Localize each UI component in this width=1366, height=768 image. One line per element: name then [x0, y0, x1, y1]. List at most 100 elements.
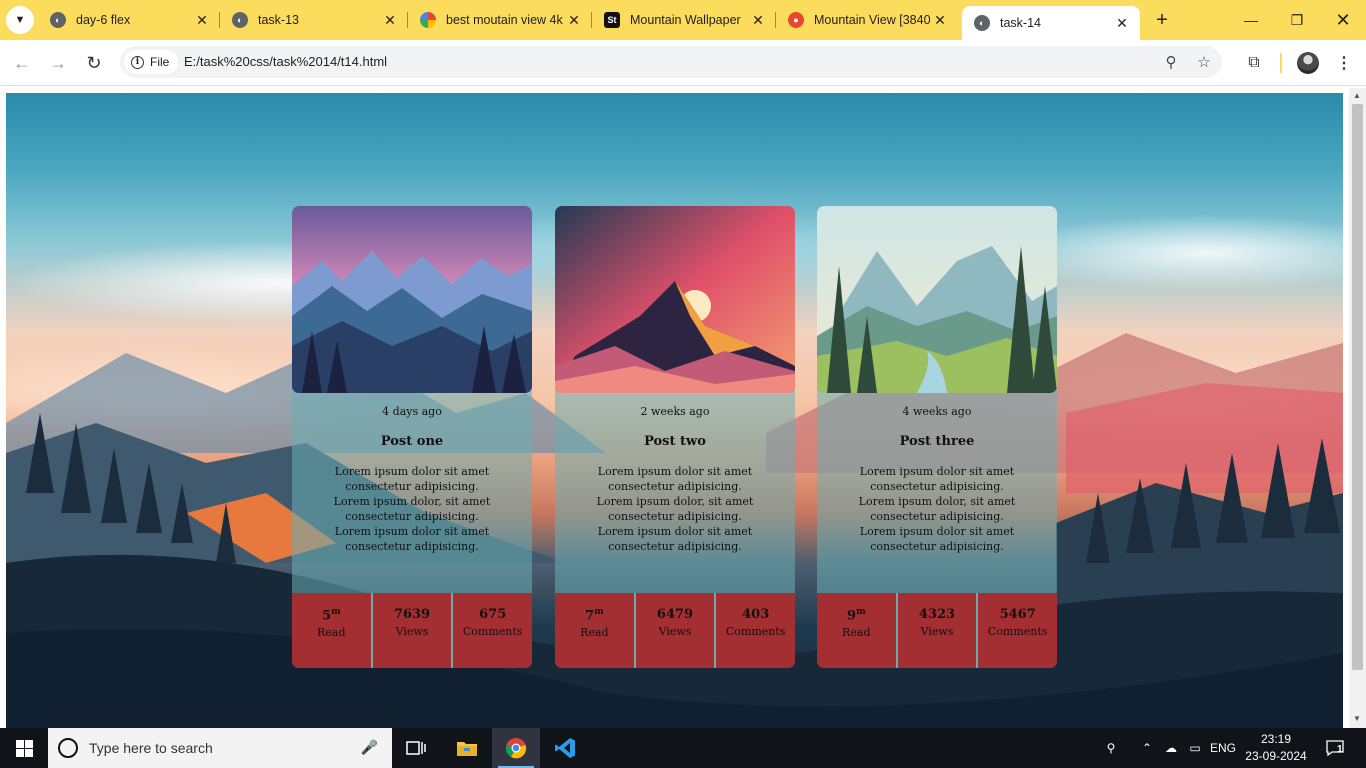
zoom-icon[interactable]: ⚲: [1160, 52, 1182, 72]
post-body-line: Lorem ipsum dolor sit amet consectetur a…: [859, 525, 1015, 553]
onedrive-cloud-icon[interactable]: ☁: [1158, 728, 1184, 768]
close-tab-icon[interactable]: ✕: [932, 12, 948, 29]
microphone-icon[interactable]: 🎤: [361, 739, 378, 756]
close-tab-icon[interactable]: ✕: [194, 12, 210, 29]
site-info-chip[interactable]: i File: [124, 50, 179, 74]
taskbar-clock[interactable]: 23:19 23-09-2024: [1236, 731, 1316, 765]
kebab-menu-icon[interactable]: ⋮: [1333, 52, 1355, 74]
tab-day-6-flex[interactable]: ◐ day-6 flex ✕: [38, 0, 220, 40]
new-tab-plus-icon[interactable]: +: [1150, 8, 1174, 32]
scroll-up-arrow-icon[interactable]: ▲: [1353, 91, 1361, 100]
stat-comments-value: 5467: [999, 607, 1036, 622]
post-body-line: Lorem ipsum dolor, sit amet consectetur …: [333, 495, 491, 523]
st-icon: St: [604, 12, 620, 28]
clock-date: 23-09-2024: [1245, 749, 1307, 763]
post-body: Lorem ipsum dolor sit amet consectetur a…: [833, 464, 1041, 554]
info-icon: i: [131, 55, 144, 69]
battery-icon[interactable]: ▭: [1184, 728, 1206, 768]
google-icon: [420, 12, 436, 28]
chrome-icon[interactable]: [492, 728, 540, 768]
windows-taskbar: Type here to search 🎤 ⚲ ⌃ ☁ ▭ ENG 23:19 …: [0, 728, 1366, 768]
minimize-icon[interactable]: —: [1228, 0, 1274, 40]
close-tab-icon[interactable]: ✕: [1114, 15, 1130, 32]
bookmark-star-icon[interactable]: ☆: [1193, 52, 1215, 72]
people-icon[interactable]: ⚲: [1098, 728, 1124, 768]
back-arrow-icon[interactable]: ←: [9, 50, 35, 76]
tab-title: day-6 flex: [76, 13, 131, 27]
close-tab-icon[interactable]: ✕: [750, 12, 766, 29]
stat-comments-value: 675: [479, 607, 507, 622]
stat-views-value: 7639: [393, 607, 431, 622]
stat-views: 7639 Views: [370, 593, 452, 668]
post-body-line: Lorem ipsum dolor, sit amet consectetur …: [858, 495, 1016, 523]
notifications-icon[interactable]: 1: [1320, 728, 1350, 768]
extensions-puzzle-icon[interactable]: ⧉: [1243, 52, 1265, 74]
file-explorer-icon[interactable]: [443, 728, 491, 768]
scroll-down-arrow-icon[interactable]: ▼: [1353, 714, 1361, 723]
vscode-icon[interactable]: [541, 728, 589, 768]
stat-read-number: 5: [322, 608, 332, 624]
post-body-line: Lorem ipsum dolor sit amet consectetur a…: [597, 525, 753, 553]
close-tab-icon[interactable]: ✕: [382, 12, 398, 29]
close-tab-icon[interactable]: ✕: [566, 12, 582, 29]
stat-read-label: Read: [317, 626, 346, 640]
post-body-line: Lorem ipsum dolor sit amet consectetur a…: [334, 465, 490, 493]
tab-title: best moutain view 4k: [446, 13, 563, 27]
stat-views-value: 4323: [918, 607, 956, 622]
post-body: Lorem ipsum dolor sit amet consectetur a…: [571, 464, 779, 554]
tab-task-13[interactable]: ◐ task-13 ✕: [220, 0, 408, 40]
stat-comments: 403 Comments: [714, 593, 795, 668]
tab-reddit-mountain-view[interactable]: ● Mountain View [3840 ✕: [776, 0, 958, 40]
tab-title: task-13: [258, 13, 299, 27]
tab-google-search[interactable]: best moutain view 4k ✕: [408, 0, 592, 40]
post-stats: 7m Read 6479 Views 403 Comments: [555, 593, 795, 668]
scrollbar-thumb[interactable]: [1352, 104, 1363, 670]
stat-comments-value: 403: [742, 607, 770, 622]
stat-read-value: 9m: [847, 607, 866, 623]
address-bar[interactable]: i File E:/task%20css/task%2014/t14.html …: [120, 46, 1222, 78]
stat-views-label: Views: [395, 625, 429, 638]
tab-strip: ▼ ◐ day-6 flex ✕ ◐ task-13 ✕ best moutai…: [0, 0, 1366, 40]
stat-read-label: Read: [580, 626, 609, 640]
restore-icon[interactable]: ❐: [1274, 0, 1320, 40]
reddit-icon: ●: [788, 12, 804, 28]
post-body-line: Lorem ipsum dolor sit amet consectetur a…: [859, 465, 1015, 493]
task-view-icon[interactable]: [392, 728, 440, 768]
profile-avatar[interactable]: [1297, 52, 1319, 74]
card-image-purple-mountains: [292, 206, 532, 393]
page-scrollbar[interactable]: ▲ ▼: [1349, 88, 1366, 728]
language-indicator[interactable]: ENG: [1208, 728, 1238, 768]
close-window-icon[interactable]: ✕: [1320, 0, 1366, 40]
tab-mountain-wallpaper[interactable]: St Mountain Wallpaper ✕: [592, 0, 776, 40]
post-body-line: Lorem ipsum dolor sit amet consectetur a…: [334, 525, 490, 553]
clock-time: 23:19: [1260, 732, 1292, 746]
post-stats: 5m Read 7639 Views 675 Comments: [292, 593, 532, 668]
tab-search-chevron-icon[interactable]: ▼: [6, 6, 34, 34]
stat-read-value: 5m: [322, 607, 341, 623]
windows-start-icon[interactable]: [0, 728, 48, 768]
stat-comments-label: Comments: [725, 625, 786, 638]
card-image-sunset-peak: [555, 206, 795, 393]
toolbar-divider: [1280, 53, 1282, 73]
taskbar-search-box[interactable]: Type here to search 🎤: [48, 728, 392, 768]
post-date: 4 weeks ago: [902, 405, 972, 418]
tab-task-14[interactable]: ◐ task-14 ✕: [962, 6, 1140, 40]
show-hidden-icons-chevron-icon[interactable]: ⌃: [1136, 728, 1158, 768]
stat-comments: 5467 Comments: [976, 593, 1057, 668]
post-date: 2 weeks ago: [640, 405, 710, 418]
stat-read-number: 7: [585, 608, 595, 624]
url-text[interactable]: E:/task%20css/task%2014/t14.html: [184, 54, 387, 69]
post-stats: 9m Read 4323 Views 5467 Comments: [817, 593, 1057, 668]
reload-icon[interactable]: ↻: [81, 50, 107, 76]
stat-read-value: 7m: [585, 607, 604, 623]
stat-views-value: 6479: [656, 607, 694, 622]
forward-arrow-icon[interactable]: →: [45, 50, 71, 76]
tab-title: Mountain Wallpaper: [630, 13, 741, 27]
cortana-circle-icon: [58, 738, 78, 758]
globe-icon: ◐: [974, 15, 990, 31]
browser-toolbar: ← → ↻ i File E:/task%20css/task%2014/t14…: [0, 40, 1366, 86]
page-viewport: 4 days ago Post one Lorem ipsum dolor si…: [6, 93, 1343, 728]
post-title: Post three: [899, 434, 975, 449]
notification-count: 1: [1337, 744, 1343, 755]
stat-read-number: 9: [847, 608, 857, 624]
